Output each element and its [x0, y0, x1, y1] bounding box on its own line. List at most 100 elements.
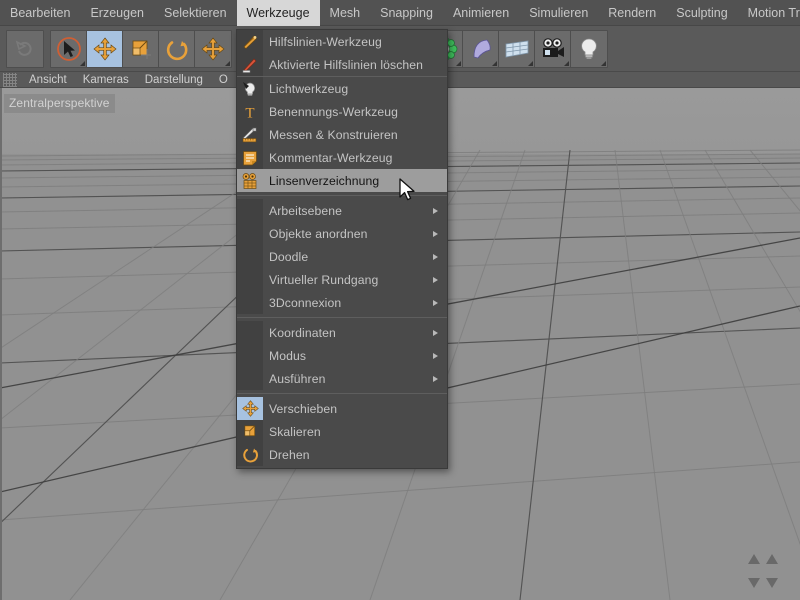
menubar-item-rendern[interactable]: Rendern: [598, 0, 666, 26]
menu-item-arbeitsebene[interactable]: Arbeitsebene: [237, 199, 447, 222]
menu-item-benennungs-werkzeug[interactable]: T Benennungs-Werkzeug: [237, 100, 447, 123]
viewport-menu-kameras[interactable]: Kameras: [75, 72, 137, 88]
live-selection-button[interactable]: [51, 30, 87, 67]
menu-item-label: Modus: [269, 348, 307, 363]
menubar-item-mesh[interactable]: Mesh: [320, 0, 371, 26]
guideline-tool-icon: [237, 30, 263, 53]
axis-move-icon: [201, 36, 225, 61]
empty-icon-slot: [237, 222, 263, 245]
delete-guidelines-icon: [237, 53, 263, 76]
empty-icon-slot: [237, 344, 263, 367]
rotate-tool-button[interactable]: [159, 30, 195, 67]
submenu-arrow-icon: [433, 352, 438, 359]
button-corner-marker: [528, 60, 533, 66]
werkzeuge-dropdown-menu[interactable]: Hilfslinien-Werkzeug Aktivierte Hilfslin…: [236, 29, 448, 469]
nurbs-icon: [473, 39, 491, 58]
undo-icon: [15, 39, 32, 56]
toolbar-group-undo: [6, 29, 44, 68]
viewport-menu-options[interactable]: O: [211, 72, 236, 88]
undo-button[interactable]: [7, 30, 43, 67]
submenu-arrow-icon: [433, 375, 438, 382]
viewport-menu-ansicht[interactable]: Ansicht: [21, 72, 75, 88]
environment-button[interactable]: [499, 30, 535, 67]
select-live-icon: [56, 36, 81, 61]
button-corner-marker: [80, 60, 85, 66]
empty-icon-slot: [237, 291, 263, 314]
menubar-item-erzeugen[interactable]: Erzeugen: [80, 0, 154, 26]
menu-item-messen-konstruieren[interactable]: Messen & Konstruieren: [237, 123, 447, 146]
menubar-item-animieren[interactable]: Animieren: [443, 0, 519, 26]
button-corner-marker: [492, 60, 497, 66]
drag-handle-icon[interactable]: [3, 72, 17, 87]
menubar-item-bearbeiten[interactable]: Bearbeiten: [0, 0, 80, 26]
empty-icon-slot: [237, 245, 263, 268]
move-tool-button[interactable]: [87, 30, 123, 67]
nurbs-button[interactable]: [463, 30, 499, 67]
menu-item-kommentar-werkzeug[interactable]: Kommentar-Werkzeug: [237, 146, 447, 169]
menu-item-label: Verschieben: [269, 401, 338, 416]
menubar-item-simulieren[interactable]: Simulieren: [519, 0, 598, 26]
scale-icon: [132, 40, 151, 59]
menu-item-modus[interactable]: Modus: [237, 344, 447, 367]
empty-icon-slot: [237, 199, 263, 222]
measure-tool-icon: [237, 123, 263, 146]
menu-separator: [237, 393, 447, 394]
scale-tool-button[interactable]: [123, 30, 159, 67]
menu-item-skalieren[interactable]: Skalieren: [237, 420, 447, 443]
application-window: Zentralperspektive Bearbeiten Erzeugen S…: [0, 0, 800, 600]
menu-item-label: Arbeitsebene: [269, 203, 343, 218]
menubar-item-motion-tracker[interactable]: Motion Tracker: [738, 0, 800, 26]
naming-tool-icon: T: [237, 100, 263, 123]
menu-item-aktivierte-hilfslinien-loeschen[interactable]: Aktivierte Hilfslinien löschen: [237, 53, 447, 76]
menu-item-label: Aktivierte Hilfslinien löschen: [269, 57, 424, 72]
svg-text:T: T: [245, 105, 254, 121]
menu-item-ausfuehren[interactable]: Ausführen: [237, 367, 447, 390]
submenu-arrow-icon: [433, 329, 438, 336]
menubar-item-snapping[interactable]: Snapping: [370, 0, 443, 26]
empty-icon-slot: [237, 367, 263, 390]
menu-item-lichtwerkzeug[interactable]: Lichtwerkzeug: [237, 77, 447, 100]
menu-item-doodle[interactable]: Doodle: [237, 245, 447, 268]
viewport-menu-darstellung[interactable]: Darstellung: [137, 72, 211, 88]
menu-item-virtueller-rundgang[interactable]: Virtueller Rundgang: [237, 268, 447, 291]
menu-item-verschieben[interactable]: Verschieben: [237, 397, 447, 420]
menubar-item-selektieren[interactable]: Selektieren: [154, 0, 237, 26]
menubar-item-sculpting[interactable]: Sculpting: [666, 0, 737, 26]
axis-move-button[interactable]: [195, 30, 231, 67]
menu-item-koordinaten[interactable]: Koordinaten: [237, 321, 447, 344]
rotate-icon: [166, 40, 187, 60]
rotate-icon: [237, 443, 263, 466]
menu-item-label: Doodle: [269, 249, 309, 264]
viewport-label: Zentralperspektive: [4, 94, 115, 113]
menu-item-label: Objekte anordnen: [269, 226, 368, 241]
light-tool-icon: [237, 77, 263, 100]
menu-item-drehen[interactable]: Drehen: [237, 443, 447, 466]
menu-item-objekte-anordnen[interactable]: Objekte anordnen: [237, 222, 447, 245]
menu-item-label: Hilfslinien-Werkzeug: [269, 34, 382, 49]
camera-button[interactable]: [535, 30, 571, 67]
light-button[interactable]: [571, 30, 607, 67]
submenu-arrow-icon: [433, 299, 438, 306]
menu-item-label: 3Dconnexion: [269, 295, 342, 310]
menu-item-3dconnexion[interactable]: 3Dconnexion: [237, 291, 447, 314]
navigation-gizmo-icon[interactable]: [738, 548, 792, 594]
menu-separator: [237, 317, 447, 318]
menu-item-label: Kommentar-Werkzeug: [269, 150, 393, 165]
menu-item-label: Skalieren: [269, 424, 321, 439]
main-menu-bar[interactable]: Bearbeiten Erzeugen Selektieren Werkzeug…: [0, 0, 800, 26]
submenu-arrow-icon: [433, 230, 438, 237]
button-corner-marker: [601, 60, 606, 66]
menu-item-label: Drehen: [269, 447, 310, 462]
light-icon: [581, 38, 597, 59]
menu-item-hilfslinien-werkzeug[interactable]: Hilfslinien-Werkzeug: [237, 30, 447, 53]
empty-icon-slot: [237, 268, 263, 291]
menu-item-linsenverzeichnung[interactable]: Linsenverzeichnung: [237, 169, 447, 192]
button-corner-marker: [564, 60, 569, 66]
menubar-item-werkzeuge[interactable]: Werkzeuge: [236, 0, 320, 26]
empty-icon-slot: [237, 321, 263, 344]
button-corner-marker: [456, 60, 461, 66]
move-icon: [92, 36, 117, 61]
toolbar-group-transform: [50, 29, 232, 68]
submenu-arrow-icon: [433, 276, 438, 283]
scale-icon: [237, 420, 263, 443]
